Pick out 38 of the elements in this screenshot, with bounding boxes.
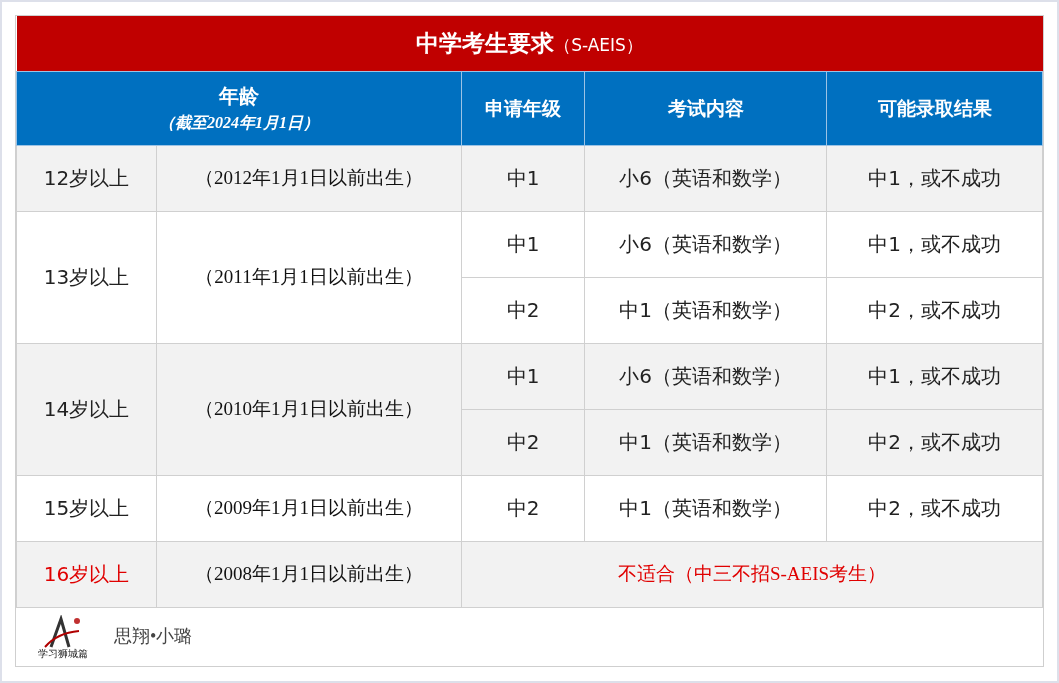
age-cell: 13岁以上 (43, 265, 130, 289)
grade-cell: 中1 (506, 364, 540, 388)
grade-cell: 中2 (506, 496, 540, 520)
column-header: 考试内容 (667, 96, 744, 119)
title-suffix: （S-AEIS） (554, 35, 643, 55)
age-cell: 15岁以上 (43, 496, 130, 520)
result-cell: 中2，或不成功 (868, 496, 1001, 520)
birth-date-cell: （2012年1月1日以前出生） (195, 166, 423, 188)
exam-cell: 中1（英语和数学） (619, 298, 792, 322)
grade-cell: 中2 (506, 298, 540, 322)
grade-cell: 中2 (506, 430, 540, 454)
result-cell: 中2，或不成功 (868, 298, 1001, 322)
column-header: 申请年级 (485, 96, 561, 119)
exam-cell: 中1（英语和数学） (619, 430, 792, 454)
age-cell: 16岁以上 (43, 562, 130, 586)
result-cell: 中1，或不成功 (868, 232, 1001, 256)
birth-date-cell: （2009年1月1日以前出生） (195, 496, 423, 518)
result-cell: 中1，或不成功 (868, 364, 1001, 388)
author-name: 思翔•小璐 (114, 625, 193, 648)
table-title: 中学考生要求 (416, 30, 555, 56)
grade-cell: 中1 (506, 232, 540, 256)
result-cell: 中1，或不成功 (868, 166, 1001, 190)
column-header: 年龄 (217, 83, 260, 110)
birth-date-cell: （2011年1月1日以前出生） (195, 265, 423, 287)
exam-cell: 小6（英语和数学） (619, 166, 792, 190)
exam-cell: 小6（英语和数学） (619, 232, 792, 256)
column-header: 可能录取结果 (877, 96, 992, 119)
result-cell: 中2，或不成功 (868, 430, 1001, 454)
not-eligible-note: 不适合（中三不招S-AEIS考生） (617, 562, 887, 584)
cutoff-date-note: （截至2024年1月1日） (158, 113, 320, 133)
age-cell: 14岁以上 (43, 397, 130, 421)
age-cell: 12岁以上 (43, 166, 130, 190)
logo-drawing: 学习狮城篇 (36, 614, 90, 659)
birth-date-cell: （2008年1月1日以前出生） (195, 562, 423, 584)
exam-cell: 小6（英语和数学） (619, 364, 792, 388)
birth-date-cell: （2010年1月1日以前出生） (195, 397, 423, 419)
grade-cell: 中1 (506, 166, 540, 190)
exam-cell: 中1（英语和数学） (619, 496, 792, 520)
